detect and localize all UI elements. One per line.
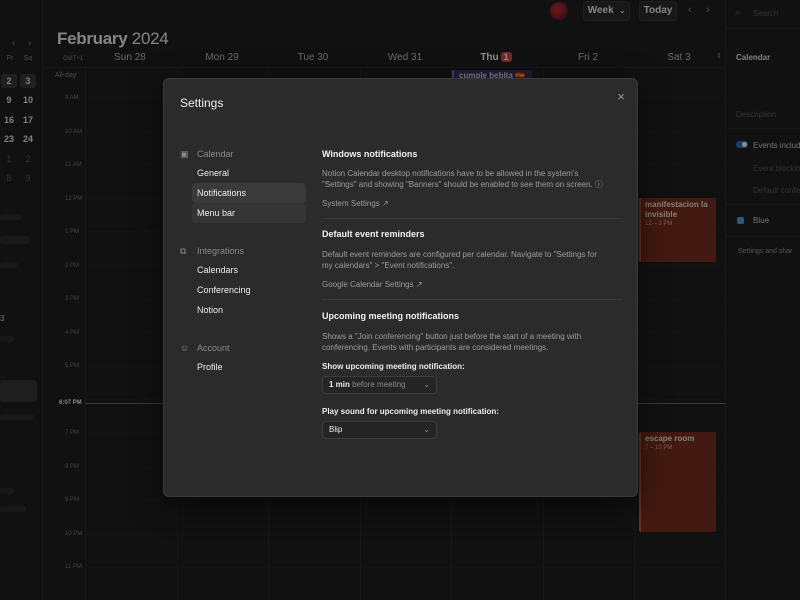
nav-group-label: Account: [197, 343, 230, 353]
nav-group-calendar: ▣ Calendar: [180, 149, 234, 160]
desc-line: "Settings" and showing "Banners" should …: [322, 179, 622, 190]
calendar-app: ‹ › Fr Sa 2 3 9 10 16 17 23 24 1 2 8 9 3…: [0, 0, 800, 600]
desc-line: my calendars" > "Event notifications".: [322, 261, 455, 270]
help-icon[interactable]: ⓘ: [595, 180, 603, 189]
default-reminders-title: Default event reminders: [322, 229, 425, 239]
nav-item-menu-bar[interactable]: Menu bar: [192, 203, 306, 223]
link-label: System Settings: [322, 199, 380, 208]
upcoming-meeting-title: Upcoming meeting notifications: [322, 311, 460, 321]
select-value-suffix: before meeting: [352, 380, 406, 389]
desc-line: Notion Calendar desktop notifications ha…: [322, 169, 579, 178]
calendar-icon: ▣: [180, 149, 189, 159]
nav-group-label: Integrations: [197, 246, 245, 256]
notification-time-select[interactable]: 1 min before meeting ⌄: [322, 376, 437, 394]
windows-notifications-title: Windows notifications: [322, 149, 418, 159]
desc-line: conferencing. Events with participants a…: [322, 343, 549, 352]
nav-item-calendars[interactable]: Calendars: [192, 260, 306, 280]
select-value: 1 min: [329, 380, 350, 389]
nav-item-notion[interactable]: Notion: [192, 300, 306, 320]
nav-item-general[interactable]: General: [192, 163, 306, 183]
person-icon: ☺: [180, 343, 190, 353]
show-notification-label: Show upcoming meeting notification:: [322, 362, 465, 371]
play-sound-label: Play sound for upcoming meeting notifica…: [322, 407, 499, 416]
link-label: Google Calendar Settings: [322, 280, 414, 289]
notification-sound-select[interactable]: Blip ⌄: [322, 421, 437, 439]
integrations-icon: ⧉: [180, 246, 187, 256]
upcoming-meeting-desc: Shows a "Join conferencing" button just …: [322, 331, 622, 353]
modal-title: Settings: [180, 96, 224, 110]
google-calendar-settings-link[interactable]: Google Calendar Settings ↗: [322, 280, 423, 289]
chevron-down-icon: ⌄: [423, 425, 430, 434]
desc-line: Shows a "Join conferencing" button just …: [322, 332, 582, 341]
external-link-icon: ↗: [382, 199, 389, 208]
nav-group-label: Calendar: [197, 149, 234, 159]
windows-notifications-desc: Notion Calendar desktop notifications ha…: [322, 168, 622, 190]
nav-group-account: ☺ Account: [180, 343, 230, 353]
divider: [322, 299, 622, 300]
nav-item-profile[interactable]: Profile: [192, 357, 306, 377]
select-value: Blip: [329, 425, 343, 434]
external-link-icon: ↗: [415, 280, 423, 289]
close-icon[interactable]: ×: [613, 89, 629, 105]
default-reminders-desc: Default event reminders are configured p…: [322, 249, 622, 271]
settings-modal: Settings × ▣ Calendar General Notificatio…: [163, 78, 638, 497]
nav-item-conferencing[interactable]: Conferencing: [192, 280, 306, 300]
desc-text: "Settings" and showing "Banners" should …: [322, 180, 593, 189]
divider: [322, 218, 622, 219]
system-settings-link[interactable]: System Settings ↗: [322, 199, 389, 208]
chevron-down-icon: ⌄: [423, 380, 430, 389]
nav-item-notifications[interactable]: Notifications: [192, 183, 306, 203]
desc-line: Default event reminders are configured p…: [322, 250, 597, 259]
nav-group-integrations: ⧉ Integrations: [180, 246, 244, 257]
